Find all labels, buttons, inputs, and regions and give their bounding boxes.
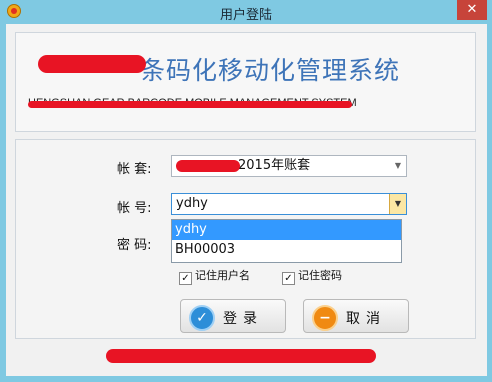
cancel-button-label: 取消 xyxy=(346,311,386,327)
checkbox-checked-icon[interactable]: ✓ xyxy=(282,272,295,285)
account-set-label: 帐 套: xyxy=(117,162,152,177)
redaction-mark xyxy=(38,55,146,73)
redaction-mark xyxy=(28,101,352,108)
chevron-down-icon[interactable]: ▼ xyxy=(390,156,406,176)
checkmark-icon: ✓ xyxy=(189,305,215,331)
cancel-button[interactable]: − 取消 xyxy=(303,299,409,333)
login-button-label: 登录 xyxy=(223,311,263,327)
remember-password-label: 记住密码 xyxy=(298,269,342,282)
login-window: 用户登陆 ✕ 条码化移动化管理系统 HENGSHAN GEAR BARCODE … xyxy=(0,0,492,382)
close-button[interactable]: ✕ xyxy=(457,0,487,20)
redaction-mark xyxy=(176,160,240,172)
client-area: 条码化移动化管理系统 HENGSHAN GEAR BARCODE MOBILE … xyxy=(6,24,487,376)
title-bar: 用户登陆 ✕ xyxy=(0,0,492,24)
remember-user-label: 记住用户名 xyxy=(195,269,250,282)
account-option[interactable]: ydhy xyxy=(172,220,401,240)
minus-icon: − xyxy=(312,305,338,331)
banner: 条码化移动化管理系统 HENGSHAN GEAR BARCODE MOBILE … xyxy=(15,32,476,132)
remember-password-checkbox[interactable]: ✓ 记住密码 xyxy=(282,267,342,285)
chevron-down-icon[interactable]: ▼ xyxy=(389,194,406,214)
remember-user-checkbox[interactable]: ✓ 记住用户名 xyxy=(179,267,250,285)
account-dropdown-list: ydhy BH00003 xyxy=(171,219,402,263)
window-title: 用户登陆 xyxy=(219,8,272,23)
account-no-select[interactable]: ydhy ▼ xyxy=(171,193,407,215)
password-label: 密 码: xyxy=(117,238,152,253)
redaction-mark xyxy=(106,349,376,363)
login-button[interactable]: ✓ 登录 xyxy=(180,299,286,333)
system-title-text: 条码化移动化管理系统 xyxy=(140,56,401,85)
account-no-label: 帐 号: xyxy=(117,201,152,216)
checkbox-checked-icon[interactable]: ✓ xyxy=(179,272,192,285)
account-no-value: ydhy xyxy=(176,196,208,211)
account-option[interactable]: BH00003 xyxy=(172,240,401,260)
